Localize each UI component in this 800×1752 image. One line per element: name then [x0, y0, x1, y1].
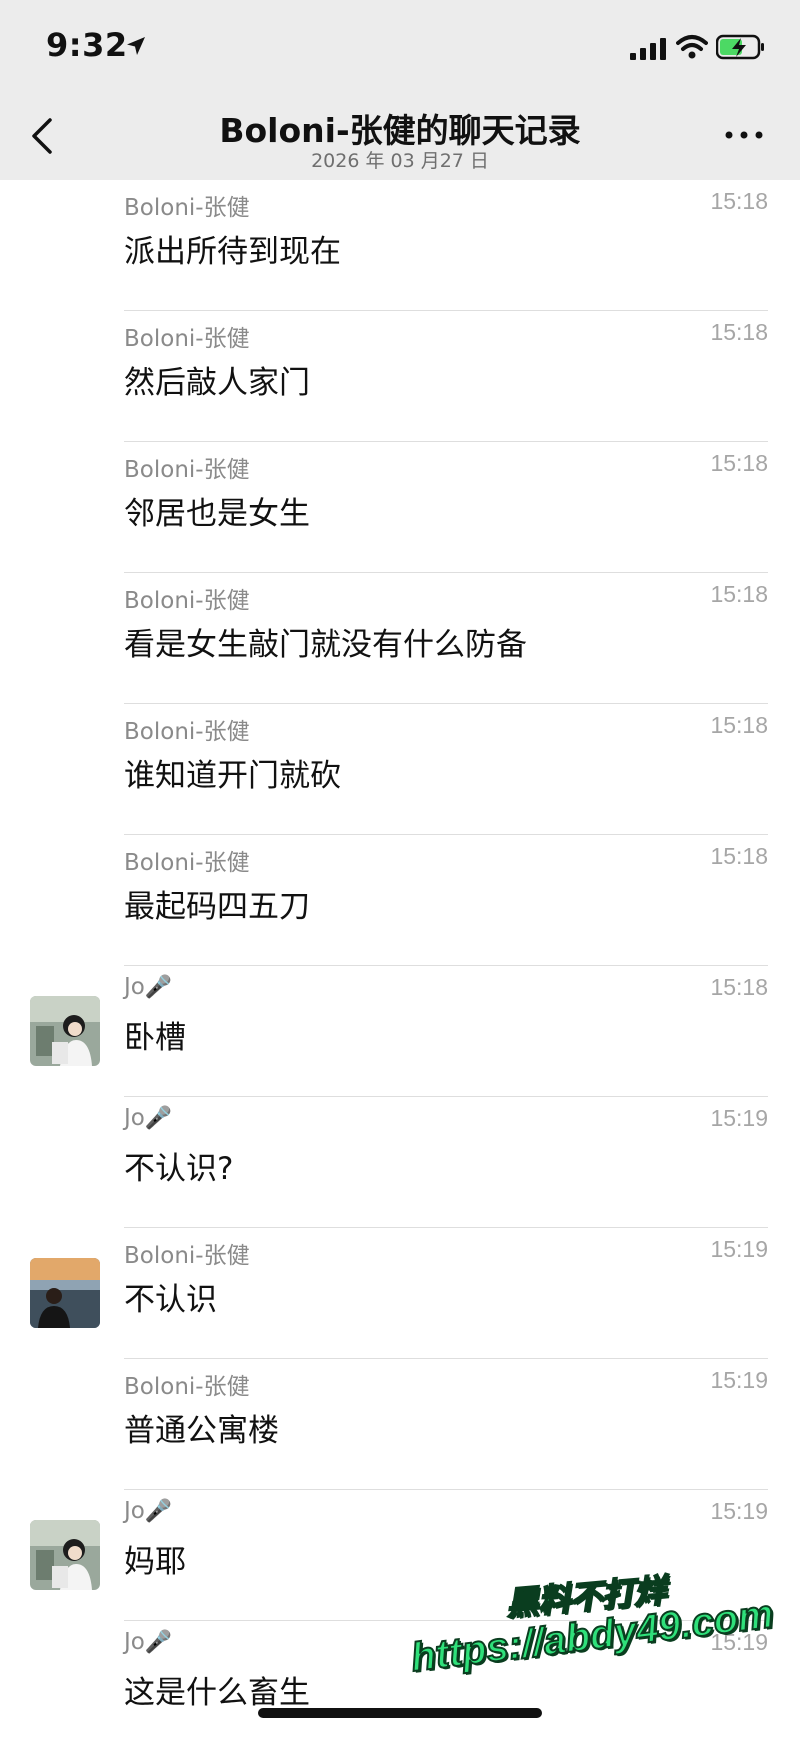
- message-time: 15:18: [710, 319, 768, 345]
- message-row: Boloni-张健 15:19 不认识: [0, 1228, 800, 1359]
- microphone-icon: 🎤: [144, 975, 173, 1000]
- sender-name: Boloni-张健: [124, 326, 250, 352]
- nav-bar: Boloni-张健的聊天记录 2026 年 03 月27 日: [0, 92, 800, 180]
- message-row: Jo🎤 15:19 妈耶: [0, 1490, 800, 1621]
- message-text: 普通公寓楼: [124, 1413, 279, 1449]
- message-row: Boloni-张健 15:18 看是女生敲门就没有什么防备: [0, 573, 800, 704]
- message-text: 不认识: [124, 1282, 217, 1318]
- message-time: 15:18: [710, 974, 768, 1000]
- message-row: Jo🎤 15:18 卧槽: [0, 966, 800, 1097]
- message-text: 谁知道开门就砍: [124, 758, 341, 794]
- sender-name: Jo🎤: [124, 1498, 172, 1524]
- sender-name-text: Jo: [124, 1629, 145, 1655]
- message-row: Boloni-张健 15:19 普通公寓楼: [0, 1359, 800, 1490]
- sender-name: Boloni-张健: [124, 1243, 250, 1269]
- message-time: 15:19: [710, 1629, 768, 1655]
- sender-name: Boloni-张健: [124, 457, 250, 483]
- message-text: 然后敲人家门: [124, 365, 310, 401]
- sender-name: Jo🎤: [124, 974, 172, 1000]
- microphone-icon: 🎤: [144, 1499, 173, 1524]
- message-time: 15:19: [710, 1498, 768, 1524]
- status-time: 9:32: [46, 26, 128, 64]
- more-dots-icon[interactable]: [724, 128, 764, 142]
- sender-name: Boloni-张健: [124, 1374, 250, 1400]
- message-row: Boloni-张健 15:18 邻居也是女生: [0, 442, 800, 573]
- message-time: 15:19: [710, 1236, 768, 1262]
- home-indicator[interactable]: [258, 1708, 542, 1718]
- sender-name-text: Jo: [124, 1105, 145, 1131]
- sender-name: Boloni-张健: [124, 719, 250, 745]
- chat-record-list[interactable]: Boloni-张健 15:18 派出所待到现在 Boloni-张健 15:18 …: [0, 180, 800, 1752]
- message-row: Jo🎤 15:19 这是什么畜生: [0, 1621, 800, 1752]
- avatar[interactable]: [30, 1258, 100, 1328]
- message-text: 这是什么畜生: [124, 1675, 310, 1711]
- sender-name-text: Jo: [124, 1498, 145, 1524]
- message-text: 卧槽: [124, 1020, 186, 1056]
- sender-name: Jo🎤: [124, 1105, 172, 1131]
- message-time: 15:18: [710, 450, 768, 476]
- microphone-icon: 🎤: [144, 1106, 173, 1131]
- sender-name-text: Jo: [124, 974, 145, 1000]
- message-time: 15:18: [710, 581, 768, 607]
- message-text: 最起码四五刀: [124, 889, 310, 925]
- message-text: 不认识?: [124, 1151, 234, 1187]
- cellular-signal-icon: [630, 38, 666, 60]
- message-row: Jo🎤 15:19 不认识?: [0, 1097, 800, 1228]
- sender-name: Boloni-张健: [124, 195, 250, 221]
- location-arrow-icon: [127, 37, 145, 55]
- microphone-icon: 🎤: [144, 1630, 173, 1655]
- page-subtitle-date: 2026 年 03 月27 日: [311, 150, 489, 172]
- wifi-icon: [676, 35, 708, 59]
- sender-name: Boloni-张健: [124, 588, 250, 614]
- message-time: 15:19: [710, 1105, 768, 1131]
- message-row: Boloni-张健 15:18 谁知道开门就砍: [0, 704, 800, 835]
- page-title: Boloni-张健的聊天记录: [219, 111, 581, 150]
- sender-name: Boloni-张健: [124, 850, 250, 876]
- sender-name: Jo🎤: [124, 1629, 172, 1655]
- message-text: 看是女生敲门就没有什么防备: [124, 627, 527, 663]
- message-time: 15:18: [710, 188, 768, 214]
- message-time: 15:18: [710, 843, 768, 869]
- message-text: 派出所待到现在: [124, 234, 341, 270]
- message-time: 15:19: [710, 1367, 768, 1393]
- message-text: 邻居也是女生: [124, 496, 310, 532]
- message-row: Boloni-张健 15:18 然后敲人家门: [0, 311, 800, 442]
- avatar[interactable]: [30, 996, 100, 1066]
- avatar[interactable]: [30, 1520, 100, 1590]
- message-text: 妈耶: [124, 1544, 186, 1580]
- message-row: Boloni-张健 15:18 派出所待到现在: [0, 180, 800, 311]
- message-row: Boloni-张健 15:18 最起码四五刀: [0, 835, 800, 966]
- message-time: 15:18: [710, 712, 768, 738]
- status-bar: 9:32: [0, 0, 800, 92]
- battery-charging-icon: [716, 34, 764, 60]
